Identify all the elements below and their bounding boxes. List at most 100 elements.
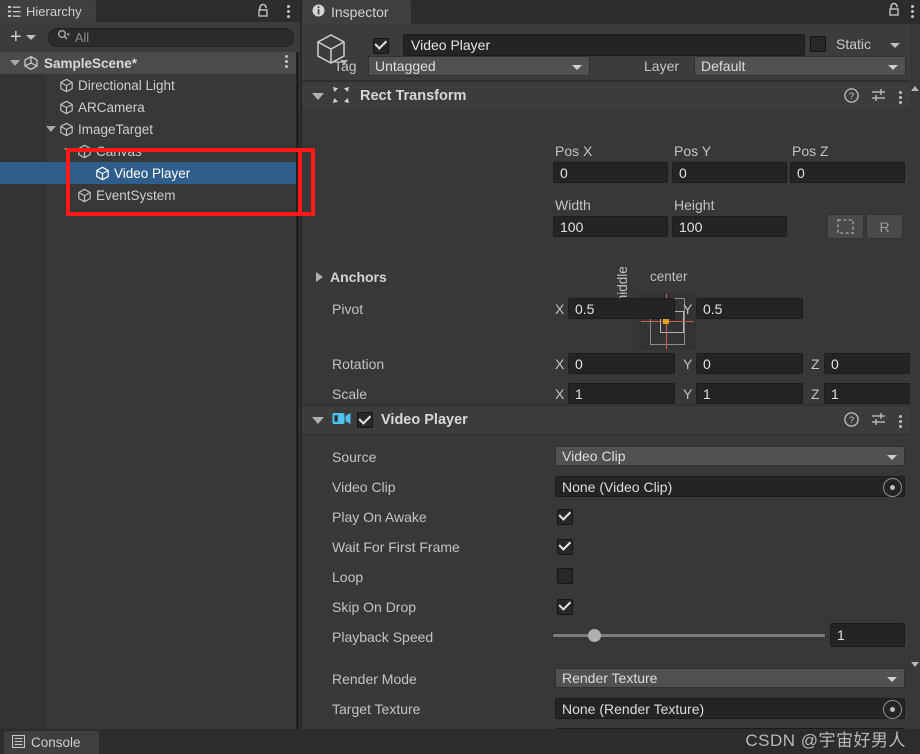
hierarchy-item-label: EventSystem [96, 187, 176, 203]
anchors-foldout[interactable]: Anchors [316, 269, 387, 285]
gameobject-header: Video Player Static Tag Untagged Layer D… [302, 24, 910, 81]
pivot-y-input[interactable]: 0.5 [696, 298, 803, 319]
blueprint-mode-icon [837, 219, 854, 234]
height-input[interactable]: 100 [672, 216, 787, 237]
hierarchy-item-samplescene[interactable]: SampleScene* [0, 52, 296, 74]
hierarchy-item-video-player[interactable]: Video Player [0, 162, 296, 184]
help-question-icon[interactable]: ? [844, 412, 859, 430]
gameobject-name-input[interactable]: Video Player [403, 34, 805, 56]
hierarchy-item-directional-light[interactable]: Directional Light [0, 74, 296, 96]
hierarchy-item-arcamera[interactable]: ARCamera [0, 96, 296, 118]
pivot-x-input[interactable]: 0.5 [568, 298, 675, 319]
hierarchy-search-input[interactable]: All [47, 27, 294, 47]
video-clip-object-field[interactable]: None (Video Clip) [555, 476, 905, 497]
scroll-up-arrow-icon[interactable] [911, 86, 919, 91]
preset-sliders-icon[interactable] [871, 88, 887, 106]
render-mode-dropdown[interactable]: Render Texture [555, 668, 905, 688]
video-clip-value: None (Video Clip) [562, 478, 673, 495]
foldout-spacer [46, 80, 56, 90]
width-label: Width [555, 197, 591, 213]
tab-inspector-label: Inspector [331, 4, 389, 20]
hierarchy-item-canvas[interactable]: Canvas [0, 140, 296, 162]
video-player-menu-icon[interactable] [899, 414, 902, 428]
video-player-header[interactable]: Video Player ? [302, 405, 910, 435]
pivot-x-axis-label: X [555, 301, 565, 317]
blueprint-mode-button[interactable] [827, 214, 864, 239]
rotation-y-value: 0 [703, 355, 711, 372]
width-input[interactable]: 100 [553, 216, 668, 237]
hierarchy-tabbar: Hierarchy [0, 0, 300, 22]
hierarchy-item-imagetarget[interactable]: ImageTarget [0, 118, 296, 140]
static-label: Static [836, 36, 872, 52]
play-on-awake-checkbox[interactable] [557, 508, 573, 525]
hierarchy-item-label: SampleScene* [44, 55, 138, 71]
pos-y-input[interactable]: 0 [672, 162, 787, 183]
watermark-text: CSDN @宇宙好男人 [745, 731, 906, 750]
rect-transform-menu-icon[interactable] [899, 90, 902, 104]
hierarchy-tree-body: SampleScene* Directional Light ARCamera Ima… [0, 52, 296, 729]
rotation-z-input[interactable]: 0 [824, 353, 910, 374]
tab-console[interactable]: Console [4, 731, 99, 754]
loop-checkbox[interactable] [557, 568, 573, 587]
inspector-lock-icon[interactable] [887, 2, 901, 21]
foldout-triangle-icon[interactable] [64, 148, 74, 154]
foldout-triangle-icon[interactable] [46, 126, 56, 132]
target-texture-object-field[interactable]: None (Render Texture) [555, 698, 905, 719]
foldout-triangle-icon[interactable] [10, 60, 20, 66]
hierarchy-lock-icon[interactable] [256, 3, 270, 22]
rotation-x-input[interactable]: 0 [568, 353, 675, 374]
video-player-enabled-checkbox[interactable] [357, 412, 373, 429]
layer-value: Default [701, 58, 746, 74]
rotation-y-axis-label: Y [683, 356, 693, 372]
object-picker-icon[interactable] [883, 700, 902, 719]
add-gameobject-button[interactable]: + [6, 27, 40, 47]
layer-dropdown[interactable]: Default [694, 56, 906, 76]
tab-inspector[interactable]: Inspector [302, 0, 411, 24]
video-player-title: Video Player [381, 412, 468, 428]
hierarchy-scrollbar[interactable] [296, 52, 299, 729]
static-checkbox[interactable] [810, 36, 826, 55]
wait-for-first-frame-checkbox[interactable] [557, 538, 573, 555]
rotation-y-input[interactable]: 0 [696, 353, 803, 374]
playback-speed-slider[interactable] [553, 623, 825, 647]
rotation-x-axis-label: X [555, 356, 565, 372]
scale-z-axis-label: Z [811, 386, 820, 402]
help-question-icon[interactable]: ? [844, 88, 859, 106]
tab-hierarchy[interactable]: Hierarchy [0, 0, 96, 22]
playback-speed-input[interactable]: 1 [830, 623, 905, 647]
scale-y-axis-label: Y [683, 386, 693, 402]
skip-on-drop-checkbox[interactable] [557, 598, 573, 615]
chevron-down-icon [25, 34, 36, 40]
source-dropdown[interactable]: Video Clip [555, 446, 905, 466]
hierarchy-item-label: ARCamera [78, 99, 145, 115]
inspector-menu-icon[interactable] [911, 5, 914, 18]
static-dropdown-caret[interactable] [890, 43, 900, 48]
raw-edit-button[interactable]: R [866, 214, 903, 239]
pos-z-input[interactable]: 0 [790, 162, 905, 183]
scale-y-input[interactable]: 1 [696, 383, 803, 404]
scale-z-input[interactable]: 1 [824, 383, 910, 404]
hierarchy-item-eventsystem[interactable]: EventSystem [0, 184, 296, 206]
pos-z-value: 0 [797, 164, 805, 181]
scroll-down-arrow-icon[interactable] [911, 662, 919, 667]
scale-x-input[interactable]: 1 [568, 383, 675, 404]
info-circle-icon [312, 4, 325, 20]
rect-transform-icon [332, 86, 350, 107]
hierarchy-item-label: Video Player [114, 165, 191, 181]
pos-x-input[interactable]: 0 [553, 162, 668, 183]
raw-edit-label: R [879, 218, 890, 235]
scene-menu-icon[interactable] [285, 55, 288, 68]
hierarchy-menu-icon[interactable] [287, 5, 290, 18]
gameobject-enabled-checkbox[interactable] [373, 37, 389, 54]
pivot-y-axis-label: Y [683, 301, 693, 317]
object-picker-icon[interactable] [883, 478, 902, 497]
rect-transform-header[interactable]: Rect Transform ? [302, 81, 910, 111]
video-player-body: Source Video Clip Video Clip None (Video… [302, 435, 910, 729]
video-player-foldout[interactable] [312, 416, 324, 424]
rotation-label: Rotation [332, 356, 385, 372]
preset-sliders-icon[interactable] [871, 412, 887, 430]
tag-dropdown[interactable]: Untagged [368, 56, 590, 76]
tag-value: Untagged [375, 58, 436, 74]
inspector-scrollbar[interactable] [910, 24, 920, 729]
rect-transform-foldout[interactable] [312, 92, 324, 100]
